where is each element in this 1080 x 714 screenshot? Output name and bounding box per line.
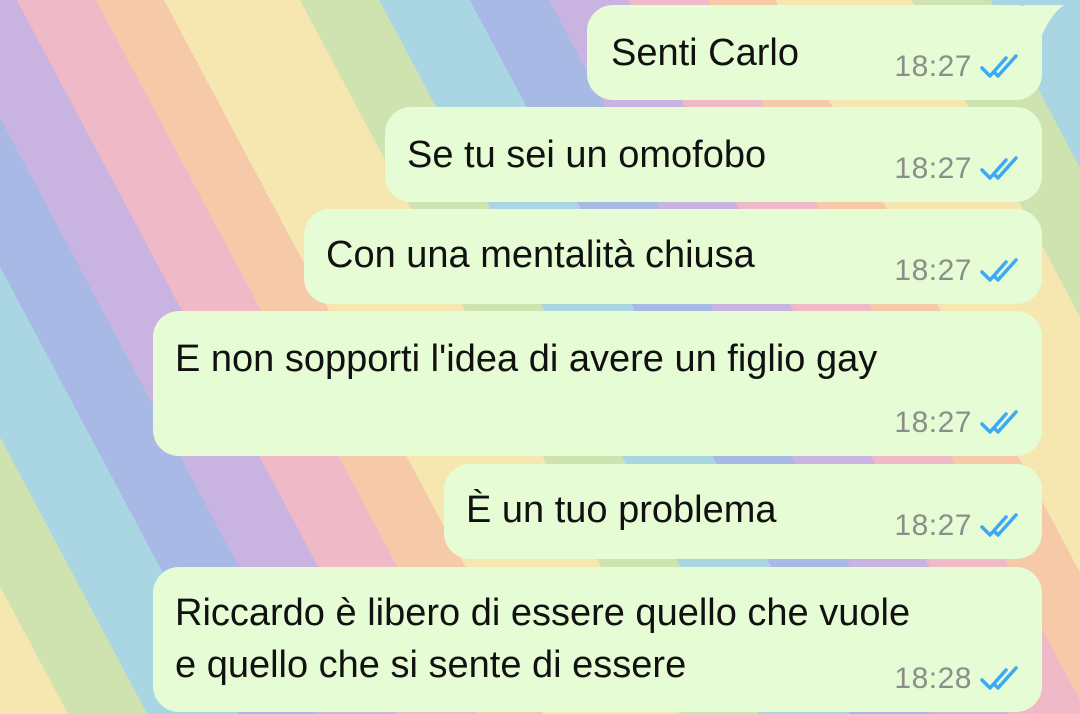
message-text: È un tuo problema: [466, 489, 777, 531]
message-text-line-2: e quello che si sente di essere: [175, 644, 687, 686]
message-time: 18:28: [894, 662, 972, 695]
message-time: 18:27: [894, 152, 972, 185]
message-bubble[interactable]: E non sopporti l'idea di avere un figlio…: [153, 311, 1042, 456]
message-meta: 18:28: [894, 662, 1020, 696]
message-text-line-1: Riccardo è libero di essere quello che v…: [175, 592, 911, 634]
message-meta: 18:27: [894, 50, 1020, 84]
message-bubble[interactable]: Riccardo è libero di essere quello che v…: [153, 567, 1042, 712]
message-text: Con una mentalità chiusa: [326, 234, 755, 276]
bubble-tail: [1024, 5, 1064, 35]
message-bubble[interactable]: È un tuo problema 18:27: [444, 464, 1042, 559]
message-list[interactable]: Senti Carlo 18:27 Se tu sei un omofobo 1…: [0, 0, 1080, 714]
message-meta: 18:27: [894, 406, 1020, 440]
message-meta: 18:27: [894, 152, 1020, 186]
message-text: Senti Carlo: [611, 32, 799, 74]
message-bubble[interactable]: Con una mentalità chiusa 18:27: [304, 209, 1042, 304]
read-double-check-icon: [980, 666, 1020, 692]
message-meta: 18:27: [894, 254, 1020, 288]
message-time: 18:27: [894, 50, 972, 83]
read-double-check-icon: [980, 156, 1020, 182]
read-double-check-icon: [980, 258, 1020, 284]
message-time: 18:27: [894, 509, 972, 542]
message-bubble[interactable]: Se tu sei un omofobo 18:27: [385, 107, 1042, 202]
message-bubble[interactable]: Senti Carlo 18:27: [587, 5, 1064, 100]
message-text: E non sopporti l'idea di avere un figlio…: [175, 338, 878, 380]
message-meta: 18:27: [894, 509, 1020, 543]
read-double-check-icon: [980, 513, 1020, 539]
message-time: 18:27: [894, 254, 972, 287]
read-double-check-icon: [980, 410, 1020, 436]
read-double-check-icon: [980, 54, 1020, 80]
message-text: Se tu sei un omofobo: [407, 134, 767, 176]
message-time: 18:27: [894, 406, 972, 439]
